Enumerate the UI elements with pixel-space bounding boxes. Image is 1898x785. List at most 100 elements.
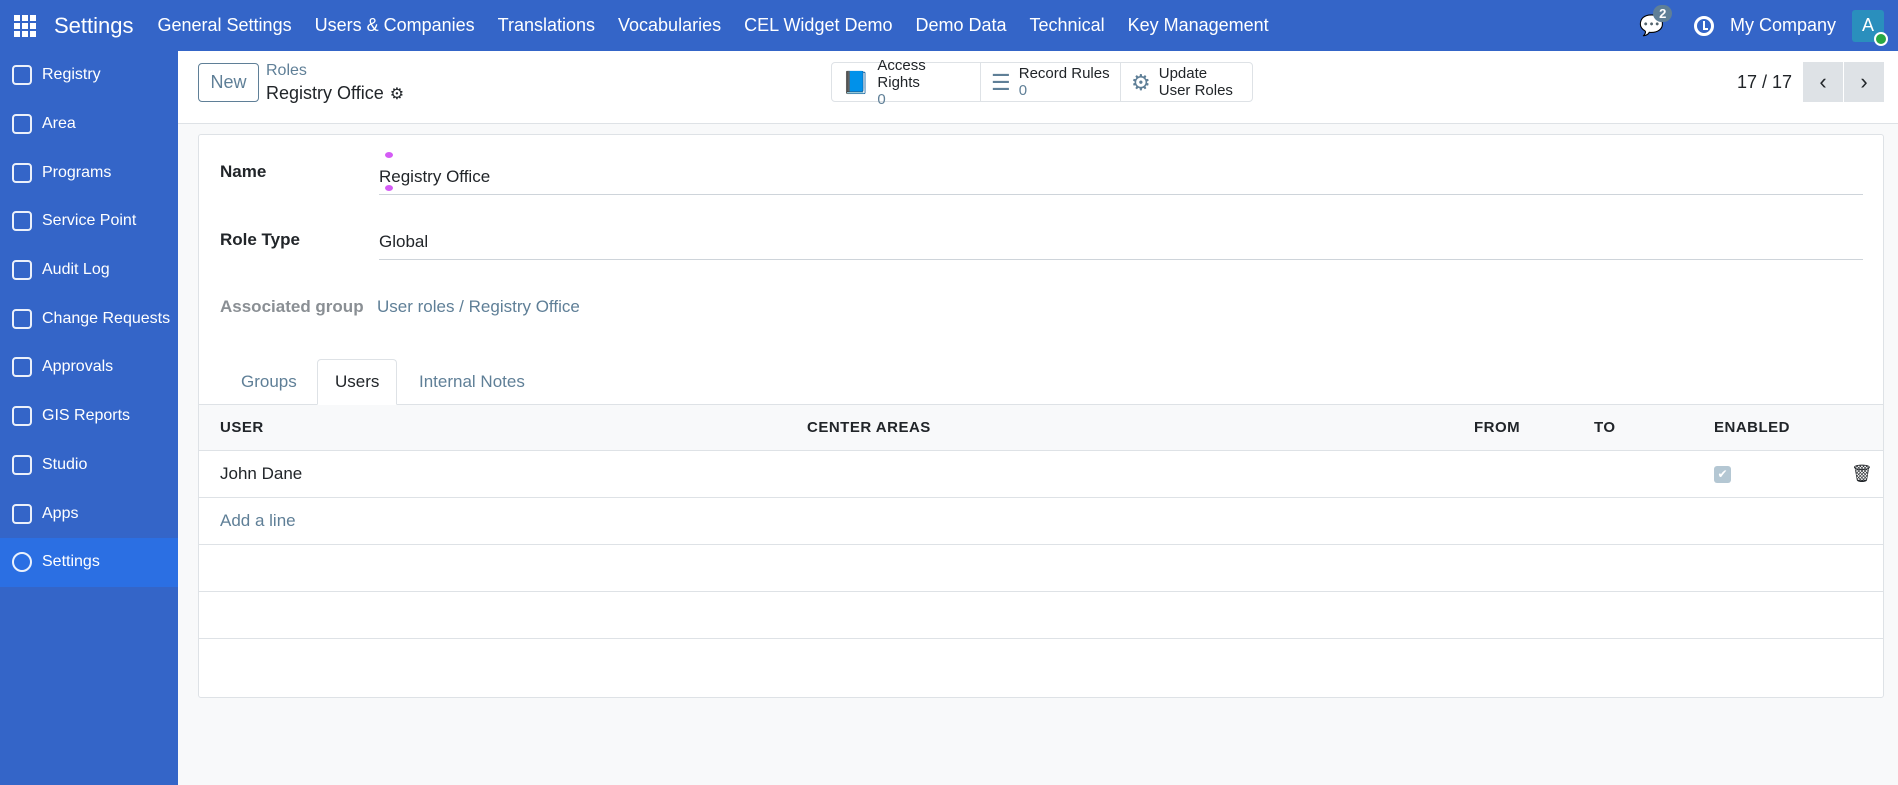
sidebar-item-service-point[interactable]: Service Point: [0, 197, 178, 246]
sidebar-item-registry[interactable]: Registry: [0, 51, 178, 100]
name-input[interactable]: Registry Office: [379, 167, 1863, 195]
pager: 17 / 17 ‹ ›: [1737, 62, 1884, 102]
enabled-cell: ✔: [1714, 451, 1731, 497]
tab-groups[interactable]: Groups: [224, 359, 314, 405]
col-center-areas[interactable]: CENTER AREAS: [807, 405, 931, 450]
col-to[interactable]: TO: [1594, 405, 1616, 450]
clock-icon[interactable]: [1693, 15, 1714, 36]
apps-icon: [12, 503, 32, 524]
area-icon: [12, 114, 32, 135]
avatar[interactable]: A: [1852, 9, 1888, 46]
cursor-handle-icon: [385, 152, 393, 158]
empty-row: [199, 592, 1883, 639]
app-title[interactable]: Settings: [54, 13, 134, 39]
breadcrumb-current: Registry Office ⚙: [266, 83, 404, 104]
menu-cel-widget-demo[interactable]: CEL Widget Demo: [744, 15, 892, 36]
form-sheet: Name Registry Office Role Type Global As…: [198, 134, 1884, 698]
table-header: USER CENTER AREAS FROM TO ENABLED: [199, 405, 1883, 451]
user-cell[interactable]: John Dane: [220, 451, 302, 497]
sidebar-item-programs[interactable]: Programs: [0, 148, 178, 197]
user-roles-label: User Roles: [1158, 82, 1233, 99]
access-rights-button[interactable]: 📘 Access Rights 0: [832, 57, 981, 108]
programs-icon: [12, 162, 32, 183]
sidebar-item-area[interactable]: Area: [0, 100, 178, 149]
checkbox-checked-icon[interactable]: ✔: [1714, 465, 1731, 483]
record-rules-count: 0: [1018, 82, 1028, 99]
service-point-icon: [12, 211, 32, 232]
sidebar-item-label: Audit Log: [42, 261, 110, 279]
tab-internal-notes[interactable]: Internal Notes: [402, 359, 542, 405]
add-line-row: Add a line: [199, 498, 1883, 545]
update-user-roles-button[interactable]: ⚙ Update User Roles: [1121, 63, 1252, 101]
control-panel: New Roles Registry Office ⚙ 📘 Access Right…: [178, 51, 1898, 124]
sidebar-item-approvals[interactable]: Approvals: [0, 343, 178, 392]
cursor-handle-icon: [385, 185, 393, 191]
trash-icon[interactable]: 🗑: [1851, 451, 1873, 497]
col-enabled[interactable]: ENABLED: [1714, 405, 1790, 450]
sidebar-item-label: Approvals: [42, 358, 114, 376]
sidebar-item-label: GIS Reports: [42, 407, 131, 425]
registry-icon: [12, 65, 32, 86]
record-rules-button[interactable]: ☰ Record Rules 0: [981, 63, 1121, 101]
menu-translations[interactable]: Translations: [498, 15, 595, 36]
sidebar-item-audit-log[interactable]: Audit Log: [0, 246, 178, 295]
associated-group-link[interactable]: User roles / Registry Office: [377, 297, 1863, 324]
breadcrumb-roles[interactable]: Roles: [266, 62, 307, 80]
table-row[interactable]: John Dane ✔ 🗑: [199, 451, 1883, 498]
menu-vocabularies[interactable]: Vocabularies: [618, 15, 721, 36]
next-button[interactable]: ›: [1844, 62, 1884, 102]
change-requests-icon: [12, 308, 32, 329]
menu-general-settings[interactable]: General Settings: [158, 15, 292, 36]
sidebar-item-label: Registry: [42, 66, 101, 84]
chat-icon[interactable]: 💬 2: [1639, 5, 1673, 38]
name-label: Name: [220, 162, 267, 181]
top-navbar: Settings General Settings Users & Compan…: [0, 0, 1898, 51]
approvals-icon: [12, 357, 32, 378]
sidebar-item-label: Change Requests: [42, 309, 171, 327]
role-type-label: Role Type: [220, 230, 300, 249]
gears-icon: ⚙: [1131, 69, 1151, 95]
sidebar-item-label: Service Point: [42, 212, 137, 230]
menu-demo-data[interactable]: Demo Data: [915, 15, 1006, 36]
pager-value[interactable]: 17 / 17: [1737, 72, 1792, 93]
record-rules-label: Record Rules: [1018, 65, 1110, 82]
menu-users-companies[interactable]: Users & Companies: [315, 15, 475, 36]
sidebar-item-apps[interactable]: Apps: [0, 489, 178, 538]
sidebar-item-label: Area: [42, 115, 76, 133]
company-switcher[interactable]: My Company: [1730, 15, 1836, 36]
smart-buttons: 📘 Access Rights 0 ☰ Record Rules 0 ⚙ Update Us…: [831, 57, 1253, 108]
new-button[interactable]: New: [198, 63, 259, 102]
book-icon: 📘: [842, 69, 870, 95]
gear-icon[interactable]: ⚙: [390, 86, 404, 103]
sidebar: Registry Area Programs Service Point Aud…: [0, 51, 178, 785]
update-label: Update: [1158, 65, 1208, 82]
online-status-icon: [1874, 31, 1888, 46]
chat-badge: 2: [1653, 5, 1673, 22]
sidebar-item-label: Apps: [42, 504, 79, 522]
notebook-tabs: Groups Users Internal Notes: [199, 359, 1883, 405]
studio-icon: [12, 454, 32, 475]
add-line-link[interactable]: Add a line: [220, 498, 296, 544]
sidebar-item-label: Settings: [42, 553, 100, 571]
col-user[interactable]: USER: [220, 405, 264, 450]
associated-group-label: Associated group: [220, 297, 364, 316]
menu-technical[interactable]: Technical: [1030, 15, 1105, 36]
empty-row: [199, 545, 1883, 592]
sidebar-item-change-requests[interactable]: Change Requests: [0, 294, 178, 343]
sidebar-item-studio[interactable]: Studio: [0, 441, 178, 490]
server-icon: ☰: [991, 69, 1011, 95]
menu-key-management[interactable]: Key Management: [1128, 15, 1269, 36]
sidebar-item-settings[interactable]: Settings: [0, 537, 178, 587]
previous-button[interactable]: ‹: [1803, 62, 1843, 102]
role-type-field[interactable]: Global: [379, 232, 1863, 260]
access-rights-label: Access Rights: [877, 56, 926, 91]
app-grid-icon[interactable]: [14, 14, 36, 37]
col-from[interactable]: FROM: [1474, 405, 1520, 450]
avatar-letter: A: [1861, 15, 1874, 35]
gis-reports-icon: [12, 406, 32, 427]
tab-users[interactable]: Users: [317, 359, 398, 405]
sidebar-item-label: Studio: [42, 455, 88, 473]
audit-log-icon: [12, 260, 32, 281]
record-title: Registry Office: [266, 83, 384, 103]
sidebar-item-gis-reports[interactable]: GIS Reports: [0, 392, 178, 441]
